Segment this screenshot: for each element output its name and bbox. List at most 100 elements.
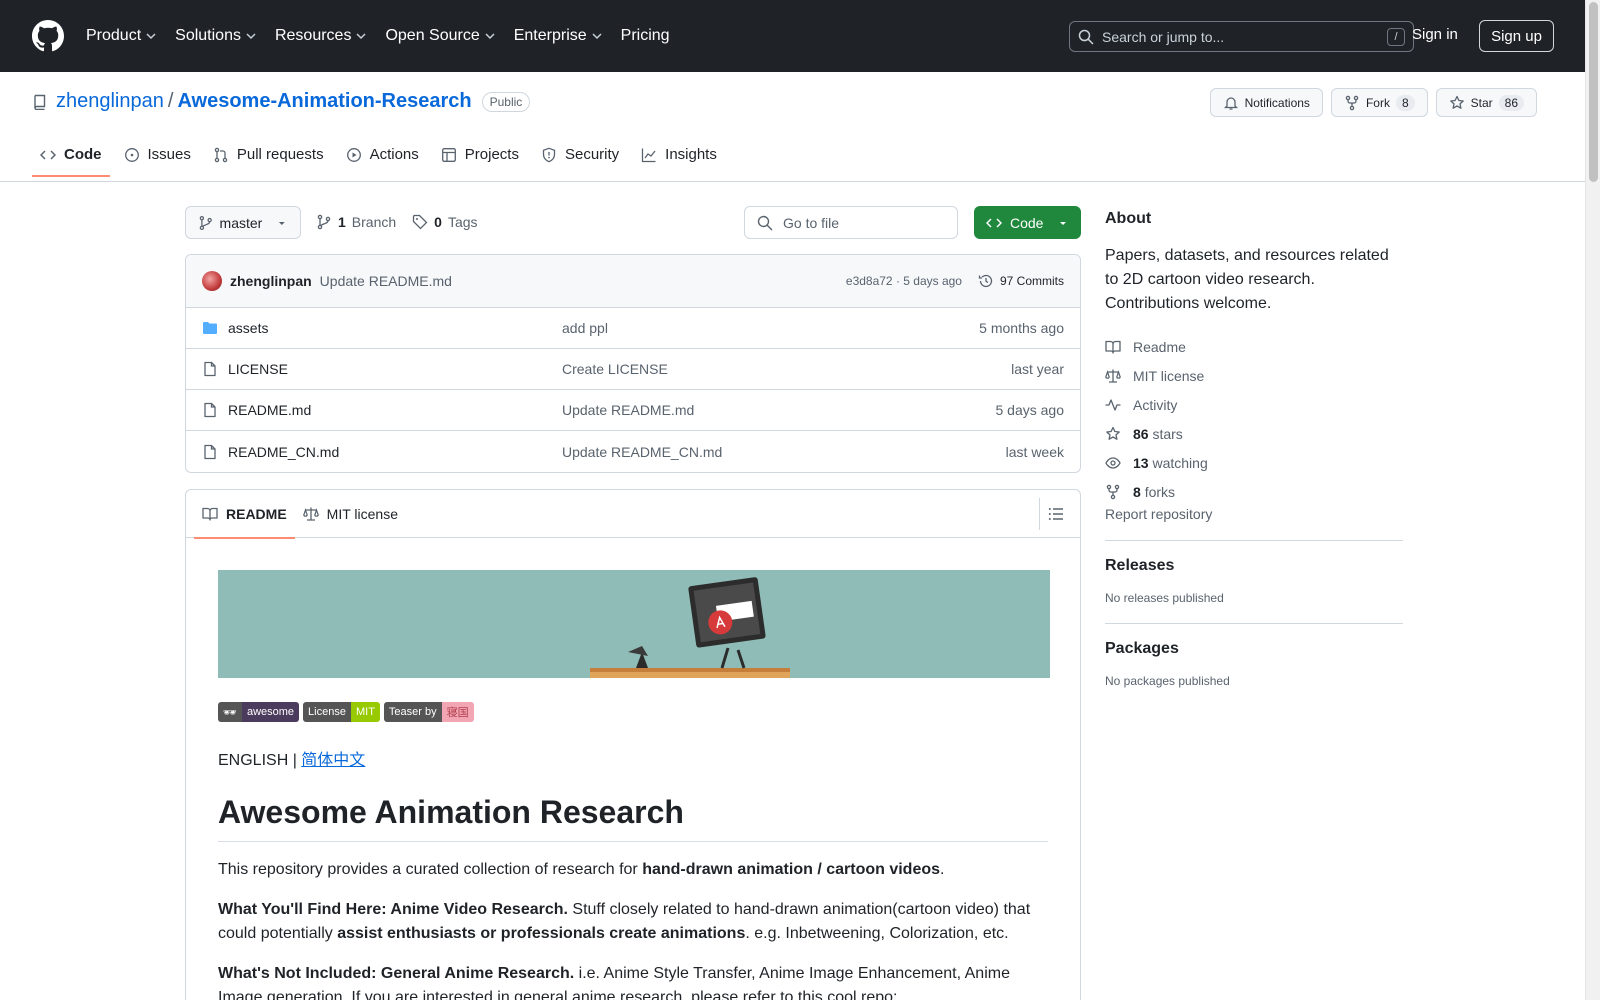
file-commit-message[interactable]: Update README_CN.md [562,444,722,460]
star-button[interactable]: Star 86 [1435,88,1537,117]
file-icon [204,444,216,459]
readme-banner-image [218,570,1050,678]
file-date: last week [1005,443,1064,460]
file-commit-message[interactable]: Create LICENSE [562,361,668,377]
readme-link[interactable]: Readme [1105,332,1403,361]
readme-badges: 🕶 awesome License MIT Teaser by 寝国 [218,702,1048,722]
commit-hash-time[interactable]: e3d8a72 · 5 days ago [846,274,962,288]
pulse-icon [1105,398,1121,411]
watchers-link[interactable]: 13 watching [1105,448,1403,477]
github-logo-icon[interactable] [32,20,64,52]
packages-heading[interactable]: Packages [1105,640,1403,658]
nav-enterprise[interactable]: Enterprise [514,27,603,45]
notifications-button[interactable]: Notifications [1209,88,1323,117]
tag-icon [413,214,428,230]
branch-selector-button[interactable]: master [185,206,301,239]
stars-link[interactable]: 86 stars [1105,419,1403,448]
tab-actions[interactable]: Actions [338,138,427,177]
go-to-file-input[interactable]: Go to file [744,206,958,239]
tab-insights[interactable]: Insights [633,138,725,177]
license-badge[interactable]: License MIT [303,702,380,722]
report-repository-link[interactable]: Report repository [1105,506,1212,522]
chevron-down-icon [356,33,366,40]
commit-message-link[interactable]: Update README.md [320,273,452,289]
branch-icon [199,215,212,230]
avatar[interactable] [202,271,222,291]
table-row[interactable]: README_CN.md Update README_CN.md last we… [186,431,1080,472]
file-name-link[interactable]: README_CN.md [228,444,562,460]
animator-desk-illustration [590,577,790,678]
chinese-readme-link[interactable]: 简体中文 [301,752,365,769]
repo-path-separator: / [167,90,174,112]
code-dropdown-button[interactable]: Code [974,206,1081,239]
awesome-badge[interactable]: 🕶 awesome [218,702,300,722]
teaser-badge[interactable]: Teaser by 寝国 [383,702,474,722]
latest-commit: zhenglinpan Update README.md e3d8a72 · 5… [186,255,1080,308]
nav-resources[interactable]: Resources [275,27,367,45]
file-date: last year [1011,361,1064,377]
chevron-down-icon [246,33,256,40]
forks-link[interactable]: 8 forks [1105,477,1403,506]
tags-link[interactable]: 0 Tags [412,214,478,230]
law-scale-icon [302,507,319,521]
activity-link[interactable]: Activity [1105,390,1403,419]
tab-code[interactable]: Code [32,138,110,177]
repo-actions: Notifications Fork 8 Star 86 [1209,88,1537,117]
code-icon [986,217,1002,228]
file-name-link[interactable]: assets [228,320,562,336]
branch-name: master [219,214,263,231]
readme-content: 🕶 awesome License MIT Teaser by 寝国 ENGLI… [186,538,1080,1000]
repo-title: zhenglinpan / Awesome-Animation-Research… [32,90,531,113]
nav-pricing[interactable]: Pricing [621,27,670,45]
divider [1105,623,1403,624]
branch-icon [317,214,331,230]
branches-link[interactable]: 1 Branch [316,214,396,230]
file-name-link[interactable]: README.md [228,402,562,418]
branch-meta: 1 Branch 0 Tags [316,214,478,230]
tab-security[interactable]: Security [533,138,627,177]
tab-mit-license[interactable]: MIT license [295,490,406,538]
tab-projects[interactable]: Projects [433,138,527,177]
chevron-down-icon [485,33,495,40]
law-scale-icon [1105,369,1121,383]
tab-readme[interactable]: README [194,490,295,539]
file-commit-message[interactable]: Update README.md [562,402,694,418]
sign-in-link[interactable]: Sign in [1412,26,1458,43]
repo-name-link[interactable]: Awesome-Animation-Research [177,90,471,113]
scrollbar-thumb[interactable] [1589,2,1598,182]
chevron-down-icon [146,33,156,40]
file-commit-message[interactable]: add ppl [562,320,608,336]
releases-empty-text: No releases published [1105,591,1224,605]
sign-up-button[interactable]: Sign up [1479,20,1554,52]
readme-paragraph: What's Not Included: General Anime Resea… [218,965,1010,1000]
table-row[interactable]: README.md Update README.md 5 days ago [186,390,1080,431]
fork-icon [1106,484,1120,499]
page-scrollbar[interactable] [1585,0,1600,1000]
license-link[interactable]: MIT license [1105,361,1403,390]
repository-header: zhenglinpan / Awesome-Animation-Research… [0,72,1585,182]
language-switch: ENGLISH | 简体中文 [218,752,366,769]
table-row[interactable]: assets add ppl 5 months ago [186,308,1080,349]
releases-heading[interactable]: Releases [1105,557,1403,575]
file-name-link[interactable]: LICENSE [228,361,562,377]
tab-pull-requests[interactable]: Pull requests [205,138,332,177]
eye-icon [1105,456,1121,469]
commits-history-link[interactable]: 97 Commits [978,273,1064,289]
list-outline-icon[interactable] [1048,506,1064,522]
visibility-badge: Public [481,91,531,112]
tab-issues[interactable]: Issues [116,138,199,177]
readme-tabs: README MIT license [186,490,1080,539]
search-input[interactable]: Search or jump to... / [1069,21,1414,52]
fork-button[interactable]: Fork 8 [1330,88,1428,117]
nav-solutions[interactable]: Solutions [175,27,257,45]
search-icon [757,215,773,230]
file-icon [204,402,216,418]
file-date: 5 months ago [979,320,1064,336]
file-icon [204,361,216,377]
commit-author-link[interactable]: zhenglinpan [230,273,312,289]
nav-open-source[interactable]: Open Source [385,27,495,45]
nav-product[interactable]: Product [86,27,157,45]
table-row[interactable]: LICENSE Create LICENSE last year [186,349,1080,390]
repo-owner-link[interactable]: zhenglinpan [56,90,164,113]
divider [1105,540,1403,541]
